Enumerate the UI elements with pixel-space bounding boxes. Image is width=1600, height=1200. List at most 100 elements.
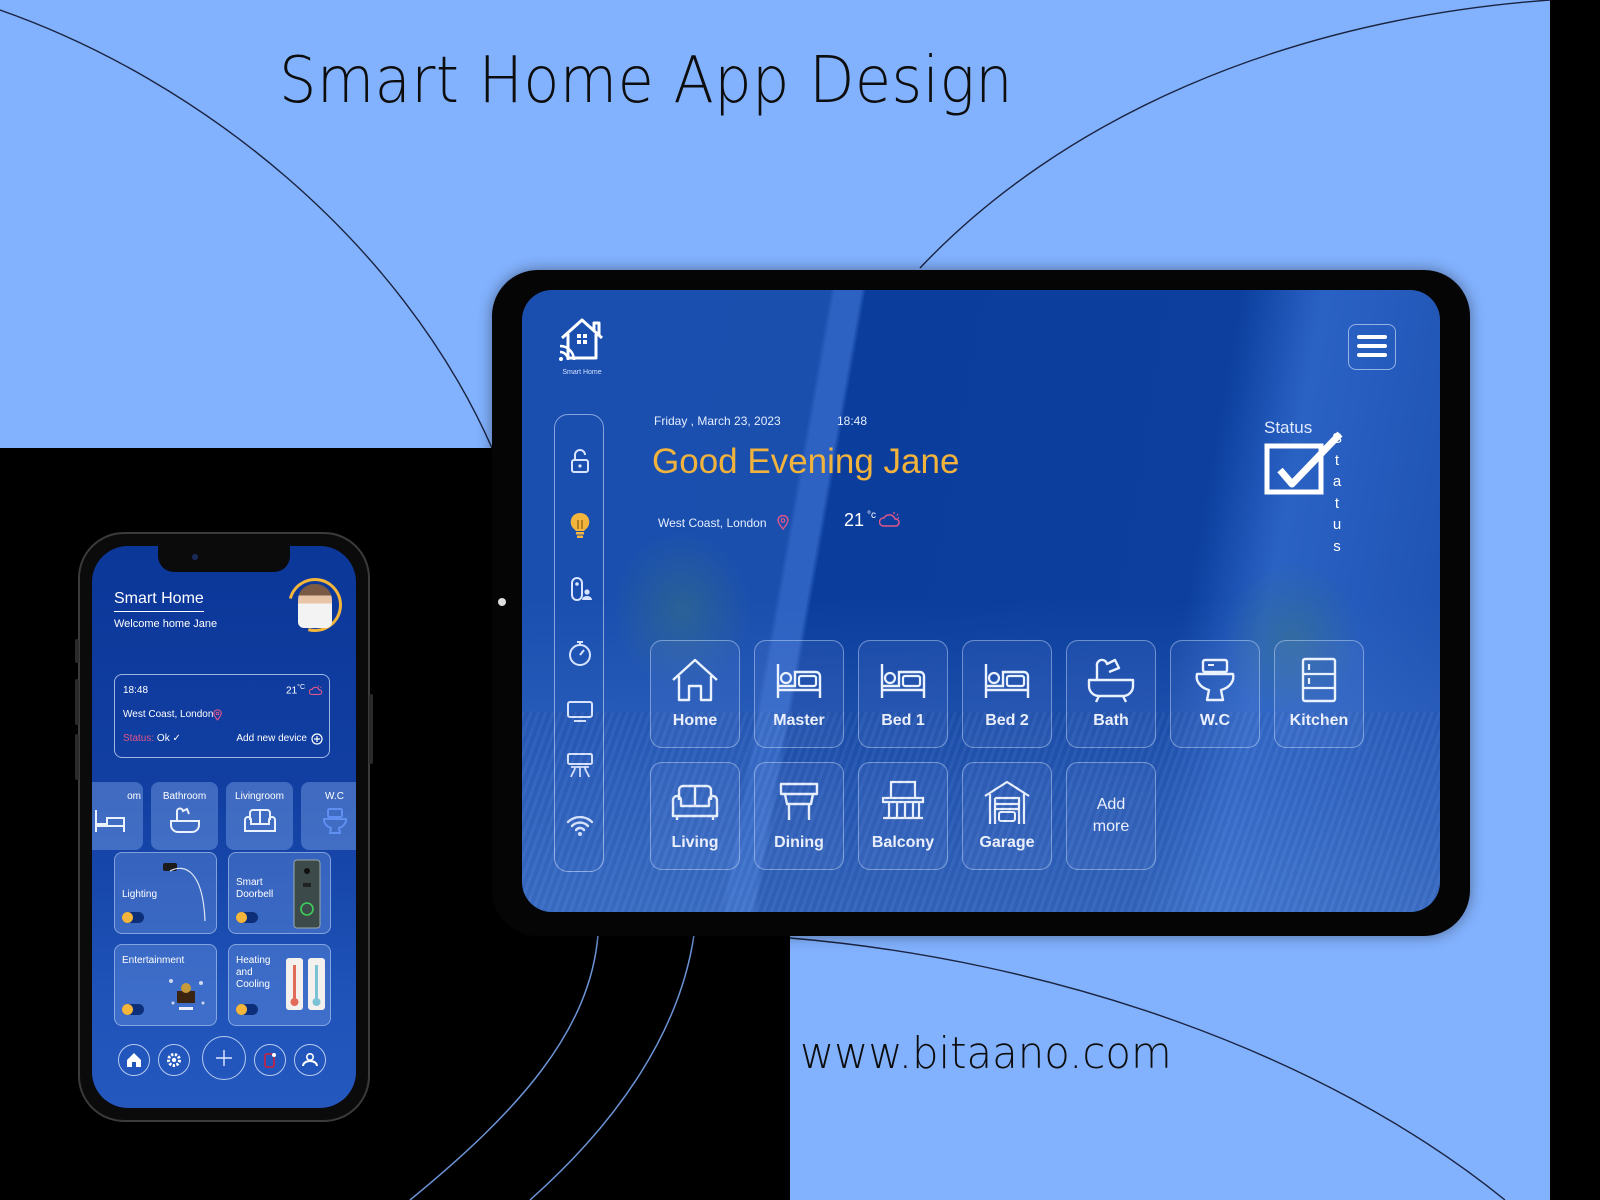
hamburger-menu-icon	[1357, 353, 1387, 357]
phone-power-button	[369, 694, 373, 764]
entertainment-icon	[169, 979, 205, 1010]
arc-bottom-left-2	[529, 934, 695, 1200]
home-icon	[127, 1053, 141, 1067]
room-card-balcony[interactable]: Balcony	[858, 762, 948, 870]
room-label: Bed 1	[881, 712, 925, 729]
nav-home-button[interactable]	[118, 1044, 150, 1076]
room-card-living[interactable]: Living	[650, 762, 740, 870]
room-card-bath[interactable]: Bath	[1066, 640, 1156, 748]
phone-temperature-value: 21	[286, 685, 298, 697]
phone-location: West Coast, London	[123, 709, 214, 720]
room-label: Balcony	[871, 834, 935, 851]
air-conditioner-icon	[567, 753, 593, 778]
device-label: Lighting	[122, 889, 158, 900]
phone-room-bedroom[interactable]: om	[92, 782, 143, 850]
map-pin-icon	[213, 709, 222, 721]
add-more-label: Add more	[1092, 796, 1130, 835]
bed-icon	[94, 810, 125, 832]
room-label: Bed 2	[985, 712, 1029, 729]
device-card-smart-doorbell[interactable]: Smart Doorbell	[228, 852, 331, 934]
lighting-toggle[interactable]	[122, 912, 144, 923]
unlock-icon	[571, 449, 589, 473]
bed-icon	[776, 664, 822, 698]
phone-temperature: 21°C	[286, 684, 305, 696]
balcony-icon	[881, 780, 925, 820]
device-card-lighting[interactable]: Lighting	[114, 852, 217, 934]
tablet-device: Smart Home Friday , March 23, 2023 18:48…	[492, 270, 1470, 936]
phone-volume-button	[75, 734, 79, 780]
tablet-screen: Smart Home Friday , March 23, 2023 18:48…	[522, 290, 1440, 912]
device-card-heating-cooling[interactable]: Heating and Cooling	[228, 944, 331, 1026]
heating-cooling-toggle[interactable]	[236, 1004, 258, 1015]
map-pin-icon	[776, 515, 789, 530]
room-grid: Home Master Bed 1 Bed 2 Bath W.C Kitchen…	[650, 640, 1364, 870]
nav-air-conditioner[interactable]	[566, 751, 594, 779]
phone-alert-icon	[264, 1053, 276, 1068]
phone-time: 18:48	[123, 685, 149, 696]
tablet-camera	[498, 598, 506, 606]
room-card-kitchen[interactable]: Kitchen	[1274, 640, 1364, 748]
nav-add-button[interactable]	[202, 1036, 246, 1080]
phone-status-label: Status:	[123, 733, 155, 744]
phone-room-label: Livingroom	[235, 791, 284, 802]
room-card-garage[interactable]: Garage	[962, 762, 1052, 870]
phone-welcome-text: Welcome home Jane	[114, 618, 218, 630]
dining-table-icon	[779, 782, 819, 820]
avatar-photo	[298, 584, 332, 628]
entertainment-toggle[interactable]	[122, 1004, 144, 1015]
status-vertical-text: S t a t u s	[1331, 430, 1342, 555]
hamburger-menu-button[interactable]	[1348, 324, 1396, 370]
phone-bottom-nav	[92, 1036, 356, 1108]
cloud-sun-icon	[309, 685, 323, 696]
poster-headline: Smart Home App Design	[279, 44, 1014, 118]
phone-room-livingroom[interactable]: Livingroom	[226, 782, 293, 850]
phone-screen: Smart Home Welcome home Jane 18:48 21°C …	[92, 546, 356, 1108]
phone-room-bathroom[interactable]: Bathroom	[151, 782, 218, 850]
plus-circle-icon[interactable]	[311, 733, 323, 745]
nav-tv[interactable]	[566, 697, 594, 725]
room-label: Dining	[774, 834, 824, 851]
side-navigation	[554, 414, 604, 872]
nav-profile-button[interactable]	[294, 1044, 326, 1076]
phone-room-wc[interactable]: W.C	[301, 782, 356, 850]
nav-wifi[interactable]	[566, 811, 594, 839]
doorbell-toggle[interactable]	[236, 912, 258, 923]
wifi-icon	[566, 815, 594, 836]
room-label: Home	[672, 712, 718, 729]
greeting-heading: Good Evening Jane	[652, 442, 960, 481]
room-card-bed-2[interactable]: Bed 2	[962, 640, 1052, 748]
phone-device: Smart Home Welcome home Jane 18:48 21°C …	[75, 532, 373, 1122]
monitor-icon	[567, 701, 593, 722]
plus-icon	[216, 1050, 232, 1066]
device-card-entertainment[interactable]: Entertainment	[114, 944, 217, 1026]
room-card-bed-1[interactable]: Bed 1	[858, 640, 948, 748]
gear-icon	[167, 1053, 181, 1067]
bed-icon	[984, 664, 1030, 698]
add-more-room-button[interactable]: Add more	[1066, 762, 1156, 870]
room-card-dining[interactable]: Dining	[754, 762, 844, 870]
phone-room-label: Bathroom	[162, 791, 207, 802]
logo-label: Smart Home	[562, 369, 602, 376]
room-label: Living	[671, 834, 719, 851]
nav-lighting[interactable]	[566, 511, 594, 539]
phone-status-value: Ok	[156, 733, 170, 744]
avatar[interactable]	[278, 568, 352, 642]
room-card-wc[interactable]: W.C	[1170, 640, 1260, 748]
add-new-device-link[interactable]: Add new device	[236, 733, 307, 744]
doorbell-device-icon	[293, 859, 321, 929]
room-card-home[interactable]: Home	[650, 640, 740, 748]
phone-status: Status: Ok ✓	[123, 733, 181, 744]
home-icon	[672, 658, 718, 702]
toilet-icon	[1195, 658, 1235, 702]
nav-doorbell[interactable]	[566, 575, 594, 603]
nav-timer[interactable]	[566, 639, 594, 667]
phone-app-title: Smart Home	[114, 590, 204, 612]
location-text: West Coast, London	[658, 515, 767, 530]
bathtub-icon	[169, 807, 200, 833]
nav-settings-button[interactable]	[158, 1044, 190, 1076]
nav-lock[interactable]	[566, 447, 594, 475]
bathtub-icon	[1087, 658, 1135, 703]
nav-alerts-button[interactable]	[254, 1044, 286, 1076]
room-card-master[interactable]: Master	[754, 640, 844, 748]
device-label: Heating and Cooling	[236, 955, 271, 990]
